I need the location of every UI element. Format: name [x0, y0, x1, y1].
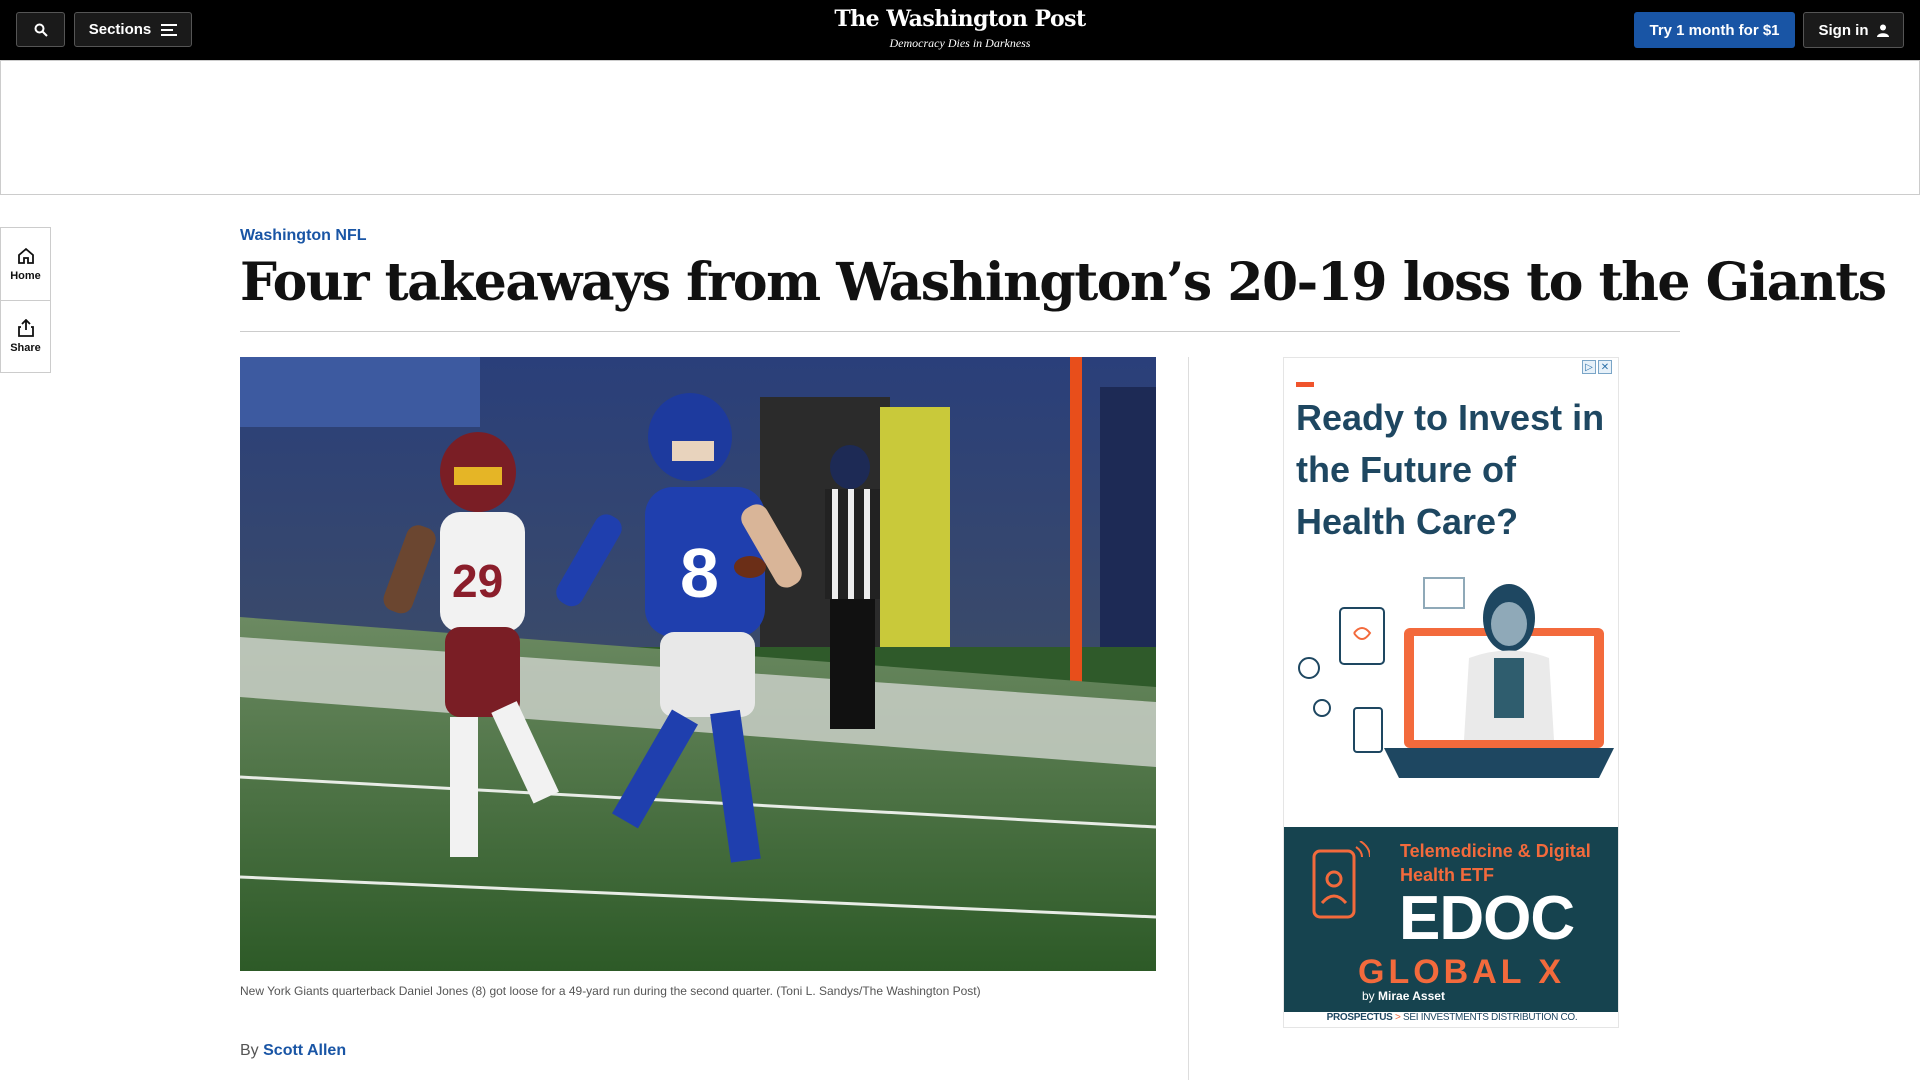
lead-photo[interactable]: 29 8: [240, 357, 1156, 971]
sign-in-label: Sign in: [1818, 21, 1869, 39]
user-icon: [1876, 24, 1889, 37]
byline: By Scott Allen: [240, 1042, 346, 1060]
author-link[interactable]: Scott Allen: [263, 1042, 346, 1059]
top-ad-slot: [0, 60, 1920, 195]
share-icon: [17, 319, 34, 337]
phone-icon: [1312, 841, 1370, 919]
photo-caption: New York Giants quarterback Daniel Jones…: [240, 984, 981, 998]
top-nav: Sections The Washington Post Democracy D…: [0, 0, 1920, 60]
home-icon: [17, 247, 34, 264]
site-logo[interactable]: The Washington Post: [810, 6, 1110, 32]
adchoices-icon[interactable]: ▷: [1582, 360, 1596, 374]
rail-share-label: Share: [10, 342, 41, 354]
ad-accent-bar: [1296, 382, 1314, 387]
left-rail: Home Share: [0, 227, 51, 373]
ad-arrow-icon: >: [1395, 1012, 1401, 1023]
ad-by-brand: Mirae Asset: [1378, 989, 1445, 1003]
ad-disclosure[interactable]: PROSPECTUS > SEI INVESTMENTS DISTRIBUTIO…: [1284, 1012, 1618, 1027]
ad-prospectus-link[interactable]: PROSPECTUS: [1327, 1012, 1393, 1023]
ad-product-panel: Telemedicine & Digital Health ETF EDOC G…: [1284, 827, 1618, 1012]
ad-headline: Ready to Invest in the Future of Health …: [1296, 397, 1605, 542]
ad-distributor: SEI INVESTMENTS DISTRIBUTION CO.: [1403, 1012, 1578, 1023]
sign-in-button[interactable]: Sign in: [1803, 12, 1904, 48]
ad-ticker: EDOC: [1399, 884, 1575, 953]
ad-by-label: by: [1362, 989, 1375, 1003]
rail-share-button[interactable]: Share: [1, 300, 50, 372]
svg-text:8: 8: [680, 534, 719, 612]
search-icon: [34, 23, 48, 37]
rail-home-button[interactable]: Home: [1, 228, 50, 300]
site-tagline: Democracy Dies in Darkness: [889, 36, 1031, 50]
ad-choices[interactable]: ▷ ✕: [1582, 360, 1612, 374]
headline-divider: [240, 331, 1680, 332]
sections-label: Sections: [88, 21, 152, 38]
menu-icon: [161, 23, 178, 36]
masthead[interactable]: The Washington Post Democracy Dies in Da…: [810, 6, 1110, 51]
headline: Four takeaways from Washington’s 20-19 l…: [240, 252, 1887, 313]
svg-text:29: 29: [452, 555, 503, 607]
football-photo: 29 8: [240, 357, 1156, 971]
section-kicker[interactable]: Washington NFL: [240, 227, 367, 245]
ad-sponsor: by Mirae Asset: [1362, 989, 1445, 1003]
ad-illustration: [1298, 577, 1614, 778]
side-ad[interactable]: ▷ ✕ Ready to Invest in the Future of Hea…: [1283, 357, 1619, 1028]
ad-brand: GLOBAL X: [1358, 953, 1566, 991]
search-button[interactable]: [16, 12, 65, 47]
ad-product-name: Telemedicine & Digital Health ETF: [1400, 841, 1591, 885]
rail-home-label: Home: [10, 269, 41, 282]
ad-close-icon[interactable]: ✕: [1598, 360, 1612, 374]
sections-button[interactable]: Sections: [74, 12, 192, 47]
column-divider: [1188, 357, 1189, 1080]
subscribe-button[interactable]: Try 1 month for $1: [1634, 12, 1795, 48]
byline-prefix: By: [240, 1042, 259, 1059]
